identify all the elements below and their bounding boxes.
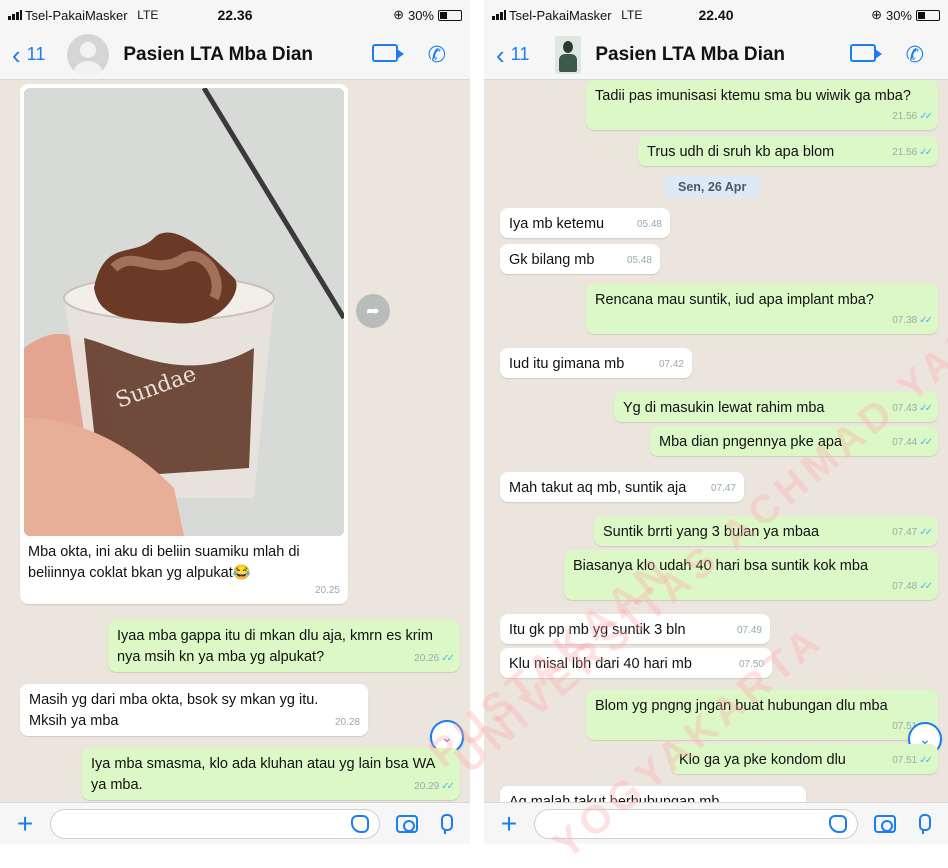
- right-chat-screen: Tsel-PakaiMasker LTE 22.40 ⊕ 30% ‹ 11 Pasi…: [484, 0, 948, 844]
- photo-icecream[interactable]: Sundae: [24, 88, 344, 536]
- message-bubble[interactable]: Klu misal lbh dari 40 hari mb 07.50: [500, 648, 772, 678]
- read-tick-icon: ✓✓: [919, 581, 933, 592]
- read-tick-icon: ✓✓: [919, 147, 933, 158]
- message-bubble[interactable]: Itu gk pp mb yg suntik 3 bln 07.49: [500, 614, 770, 644]
- alarm-icon: ⊕: [393, 7, 404, 22]
- read-tick-icon: ✓✓: [919, 437, 933, 448]
- microphone-icon[interactable]: [916, 813, 931, 834]
- message-bubble[interactable]: Suntik brrti yang 3 bulan ya mbaa 07.47 ✓✓: [594, 516, 938, 546]
- carrier-name: Tsel-PakaiMasker: [509, 7, 612, 23]
- message-input[interactable]: [534, 808, 858, 839]
- avatar[interactable]: [67, 33, 110, 76]
- read-tick-icon: ✓✓: [919, 111, 933, 122]
- battery-icon: [916, 9, 940, 21]
- sticker-icon[interactable]: [829, 814, 847, 833]
- image-message[interactable]: Sundae Mba okta, ini aku di beliin suami…: [20, 84, 348, 604]
- plus-icon[interactable]: +: [484, 808, 534, 840]
- alarm-icon: ⊕: [871, 7, 882, 22]
- composer-bar: +: [484, 802, 948, 844]
- message-bubble[interactable]: Trus udh di sruh kb apa blom 21.56 ✓✓: [638, 136, 938, 166]
- status-bar: Tsel-PakaiMasker LTE 22.40 ⊕ 30%: [484, 0, 948, 30]
- carrier-name: Tsel-PakaiMasker: [25, 7, 128, 23]
- video-call-icon[interactable]: [849, 43, 882, 62]
- message-bubble[interactable]: Yg di masukin lewat rahim mba 07.43 ✓✓: [614, 392, 938, 422]
- message-list[interactable]: Tadii pas imunisasi ktemu sma bu wiwik g…: [484, 80, 948, 802]
- signal-icon: [8, 10, 22, 20]
- microphone-icon[interactable]: [438, 813, 453, 834]
- battery-percent: 30%: [407, 7, 434, 23]
- message-bubble[interactable]: Iya mb ketemu 05.48: [500, 208, 670, 238]
- camera-icon[interactable]: [396, 814, 418, 833]
- chevron-left-icon: ‹: [12, 39, 21, 70]
- forward-icon[interactable]: ➦: [356, 294, 390, 328]
- plus-icon[interactable]: +: [0, 808, 50, 840]
- chevron-left-icon: ‹: [496, 39, 505, 70]
- camera-icon[interactable]: [874, 814, 896, 833]
- message-bubble[interactable]: Mah takut aq mb, suntik aja 07.47: [500, 472, 744, 502]
- back-button[interactable]: ‹ 11: [484, 42, 529, 68]
- message-bubble[interactable]: Tadii pas imunisasi ktemu sma bu wiwik g…: [586, 80, 938, 130]
- read-tick-icon: ✓✓: [441, 781, 455, 792]
- composer-bar: +: [0, 802, 470, 844]
- message-bubble[interactable]: Mba dian pngennya pke apa 07.44 ✓✓: [650, 426, 938, 456]
- avatar[interactable]: [555, 35, 582, 74]
- read-tick-icon: ✓✓: [919, 403, 933, 414]
- read-tick-icon: ✓✓: [919, 315, 933, 326]
- message-bubble[interactable]: Iya mba smasma, klo ada kluhan atau yg l…: [82, 748, 460, 800]
- read-tick-icon: ✓✓: [441, 653, 455, 664]
- message-bubble[interactable]: Blom yg pngng jngan buat hubungan dlu mb…: [586, 690, 938, 740]
- message-bubble[interactable]: Gk bilang mb 05.48: [500, 244, 660, 274]
- battery-icon: [438, 9, 462, 21]
- phone-call-icon[interactable]: ✆: [428, 43, 446, 66]
- contact-name[interactable]: Pasien LTA Mba Dian: [595, 44, 849, 66]
- back-button[interactable]: ‹ 11: [0, 42, 45, 68]
- date-divider: Sen, 26 Apr: [664, 176, 761, 198]
- message-bubble[interactable]: Biasanya klo udah 40 hari bsa suntik kok…: [564, 550, 938, 600]
- divider: [470, 0, 484, 844]
- message-bubble[interactable]: Masih yg dari mba okta, bsok sy mkan yg …: [20, 684, 368, 736]
- unread-count: 11: [510, 44, 530, 64]
- battery-percent: 30%: [885, 7, 912, 23]
- photo-content: Sundae: [24, 88, 344, 536]
- message-bubble[interactable]: Iud itu gimana mb 07.42: [500, 348, 692, 378]
- message-input[interactable]: [50, 808, 380, 839]
- phone-call-icon[interactable]: ✆: [906, 43, 924, 66]
- timestamp: 20.25: [314, 585, 340, 596]
- contact-name[interactable]: Pasien LTA Mba Dian: [123, 44, 371, 66]
- message-bubble[interactable]: Klo ga ya pke kondom dlu 07.51 ✓✓: [670, 744, 938, 774]
- read-tick-icon: ✓✓: [919, 527, 933, 538]
- unread-count: 11: [26, 44, 46, 64]
- left-chat-screen: Tsel-PakaiMasker LTE 22.36 ⊕ 30% ‹ 11 Pasi…: [0, 0, 470, 844]
- chat-header: ‹ 11 Pasien LTA Mba Dian ✆: [484, 30, 948, 80]
- video-call-icon[interactable]: [371, 43, 404, 62]
- network-type: LTE: [621, 8, 643, 22]
- chat-header: ‹ 11 Pasien LTA Mba Dian ✆: [0, 30, 470, 80]
- signal-icon: [492, 10, 506, 20]
- message-bubble[interactable]: Aq malah takut berhubungan mb: [500, 786, 806, 802]
- message-bubble[interactable]: Iyaa mba gappa itu di mkan dlu aja, kmrn…: [108, 620, 460, 672]
- caption: Mba okta, ini aku di beliin suamiku mlah…: [28, 544, 300, 581]
- network-type: LTE: [137, 8, 159, 22]
- sticker-icon[interactable]: [351, 814, 369, 833]
- message-list[interactable]: Sundae Mba okta, ini aku di beliin suami…: [0, 80, 470, 802]
- message-bubble[interactable]: Rencana mau suntik, iud apa implant mba?…: [586, 284, 938, 334]
- read-tick-icon: ✓✓: [919, 755, 933, 766]
- status-bar: Tsel-PakaiMasker LTE 22.36 ⊕ 30%: [0, 0, 470, 30]
